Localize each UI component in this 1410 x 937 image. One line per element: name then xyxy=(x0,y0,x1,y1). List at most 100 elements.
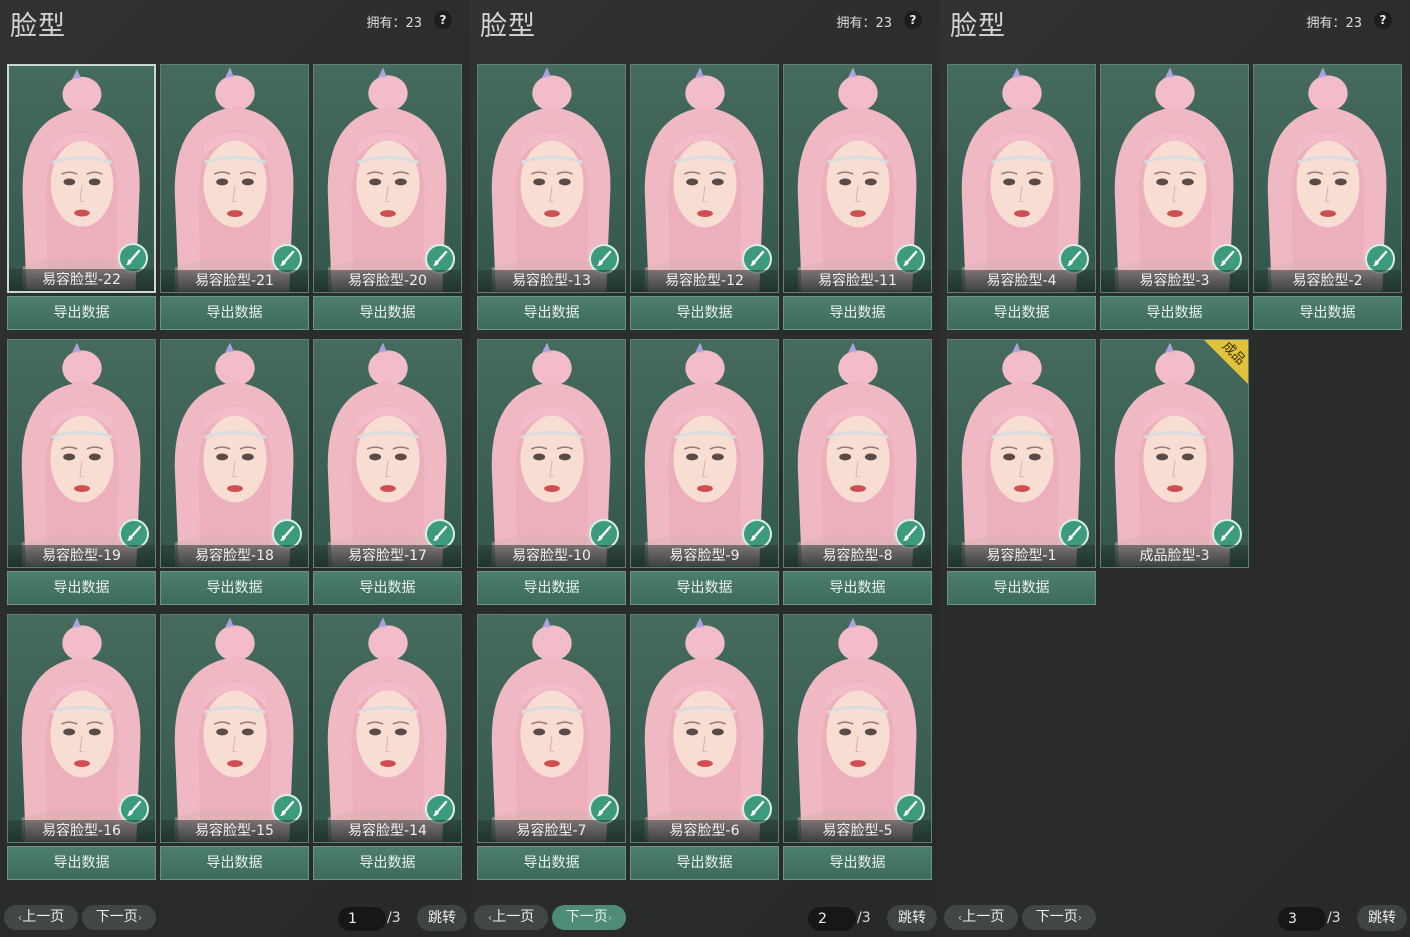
face-card-label: 成品脸型-3 xyxy=(1101,545,1248,567)
face-card[interactable]: 易容脸型-10 xyxy=(477,339,626,568)
face-card[interactable]: 易容脸型-9 xyxy=(630,339,779,568)
face-card-label: 易容脸型-17 xyxy=(314,545,461,567)
help-icon[interactable]: ? xyxy=(904,11,922,29)
next-page-button[interactable]: 下一页› xyxy=(1022,905,1096,930)
export-data-button[interactable]: 导出数据 xyxy=(1100,296,1249,330)
export-data-button[interactable]: 导出数据 xyxy=(783,296,932,330)
export-data-button[interactable]: 导出数据 xyxy=(160,296,309,330)
next-page-label: 下一页 xyxy=(1035,909,1078,925)
face-card-label: 易容脸型-21 xyxy=(161,270,308,292)
face-card[interactable]: 易容脸型-17 xyxy=(313,339,462,568)
jump-button[interactable]: 跳转 xyxy=(1357,905,1407,931)
next-page-button[interactable]: 下一页› xyxy=(552,905,626,930)
prev-page-button[interactable]: ‹上一页 xyxy=(474,905,548,930)
face-shape-panel-3: 脸型 拥有：23? 易容脸型-4 导出数据 易容脸型-3 导出数据 易容脸型-2 导出数据 易容… xyxy=(940,0,1410,937)
face-card[interactable]: 易容脸型-4 xyxy=(947,64,1096,293)
face-card-label: 易容脸型-2 xyxy=(1254,270,1401,292)
prev-page-button[interactable]: ‹上一页 xyxy=(4,905,78,930)
next-page-label: 下一页 xyxy=(565,909,608,925)
owned-count: 拥有：23 xyxy=(366,16,422,31)
export-data-button[interactable]: 导出数据 xyxy=(783,846,932,880)
face-card[interactable]: 易容脸型-19 xyxy=(7,339,156,568)
face-card[interactable]: 易容脸型-20 xyxy=(313,64,462,293)
face-card-label: 易容脸型-15 xyxy=(161,820,308,842)
next-page-label: 下一页 xyxy=(95,909,138,925)
face-card-label: 易容脸型-1 xyxy=(948,545,1095,567)
owned-count: 拥有：23 xyxy=(1306,16,1362,31)
face-card[interactable]: 易容脸型-11 xyxy=(783,64,932,293)
panel-title: 脸型 xyxy=(10,11,66,42)
page-number-input[interactable] xyxy=(808,907,856,931)
prev-page-button[interactable]: ‹上一页 xyxy=(944,905,1018,930)
face-card[interactable]: 易容脸型-13 xyxy=(477,64,626,293)
page-number-input[interactable] xyxy=(1278,907,1326,931)
export-data-button[interactable]: 导出数据 xyxy=(947,296,1096,330)
face-card-label: 易容脸型-3 xyxy=(1101,270,1248,292)
export-data-button[interactable]: 导出数据 xyxy=(160,846,309,880)
export-data-button[interactable]: 导出数据 xyxy=(7,571,156,605)
page-number-input[interactable] xyxy=(338,907,386,931)
face-card-label: 易容脸型-11 xyxy=(784,270,931,292)
face-card-label: 易容脸型-5 xyxy=(784,820,931,842)
export-data-button[interactable]: 导出数据 xyxy=(630,846,779,880)
face-card-label: 易容脸型-18 xyxy=(161,545,308,567)
export-data-button[interactable]: 导出数据 xyxy=(630,571,779,605)
export-data-button[interactable]: 导出数据 xyxy=(1253,296,1402,330)
face-card-label: 易容脸型-7 xyxy=(478,820,625,842)
face-card[interactable]: 易容脸型-8 xyxy=(783,339,932,568)
face-card-label: 易容脸型-14 xyxy=(314,820,461,842)
face-card-label: 易容脸型-19 xyxy=(8,545,155,567)
face-card[interactable]: 易容脸型-14 xyxy=(313,614,462,843)
face-card-label: 易容脸型-13 xyxy=(478,270,625,292)
export-data-button[interactable]: 导出数据 xyxy=(947,571,1096,605)
export-data-button[interactable]: 导出数据 xyxy=(477,571,626,605)
export-data-button[interactable]: 导出数据 xyxy=(7,846,156,880)
face-card-label: 易容脸型-16 xyxy=(8,820,155,842)
face-card[interactable]: 易容脸型-2 xyxy=(1253,64,1402,293)
face-card-label: 易容脸型-20 xyxy=(314,270,461,292)
page-total: /3 xyxy=(857,910,871,926)
help-icon[interactable]: ? xyxy=(1374,11,1392,29)
panel-title: 脸型 xyxy=(480,11,536,42)
face-card[interactable]: 易容脸型-6 xyxy=(630,614,779,843)
export-data-button[interactable]: 导出数据 xyxy=(477,846,626,880)
face-card-label: 易容脸型-9 xyxy=(631,545,778,567)
export-data-button[interactable]: 导出数据 xyxy=(313,846,462,880)
prev-page-label: 上一页 xyxy=(962,909,1005,925)
face-card[interactable]: 易容脸型-15 xyxy=(160,614,309,843)
jump-button[interactable]: 跳转 xyxy=(887,905,937,931)
prev-page-label: 上一页 xyxy=(22,909,65,925)
face-card[interactable]: 易容脸型-12 xyxy=(630,64,779,293)
face-card[interactable]: 成品 成品脸型-3 xyxy=(1100,339,1249,568)
face-card[interactable]: 易容脸型-21 xyxy=(160,64,309,293)
help-icon[interactable]: ? xyxy=(434,11,452,29)
next-page-button[interactable]: 下一页› xyxy=(82,905,156,930)
face-card[interactable]: 易容脸型-5 xyxy=(783,614,932,843)
face-shape-panel-1: 脸型 拥有：23? 易容脸型-22 导出数据 易容脸型-21 导出数据 易容脸型-20 导出数… xyxy=(0,0,470,937)
face-card[interactable]: 易容脸型-7 xyxy=(477,614,626,843)
export-data-button[interactable]: 导出数据 xyxy=(783,571,932,605)
export-data-button[interactable]: 导出数据 xyxy=(160,571,309,605)
jump-button[interactable]: 跳转 xyxy=(417,905,467,931)
page-total: /3 xyxy=(387,910,401,926)
face-card-label: 易容脸型-12 xyxy=(631,270,778,292)
export-data-button[interactable]: 导出数据 xyxy=(477,296,626,330)
export-data-button[interactable]: 导出数据 xyxy=(630,296,779,330)
panel-title: 脸型 xyxy=(950,11,1006,42)
chevron-right-icon: › xyxy=(1077,911,1083,924)
face-shape-panel-2: 脸型 拥有：23? 易容脸型-13 导出数据 易容脸型-12 导出数据 易容脸型-11 导出数… xyxy=(470,0,940,937)
face-card-label: 易容脸型-4 xyxy=(948,270,1095,292)
chevron-right-icon: › xyxy=(607,911,613,924)
face-card[interactable]: 易容脸型-18 xyxy=(160,339,309,568)
face-card[interactable]: 易容脸型-16 xyxy=(7,614,156,843)
face-card-label: 易容脸型-8 xyxy=(784,545,931,567)
export-data-button[interactable]: 导出数据 xyxy=(313,571,462,605)
owned-count: 拥有：23 xyxy=(836,16,892,31)
face-card[interactable]: 易容脸型-1 xyxy=(947,339,1096,568)
face-card[interactable]: 易容脸型-3 xyxy=(1100,64,1249,293)
face-card[interactable]: 易容脸型-22 xyxy=(7,64,156,293)
face-card-label: 易容脸型-6 xyxy=(631,820,778,842)
prev-page-label: 上一页 xyxy=(492,909,535,925)
export-data-button[interactable]: 导出数据 xyxy=(7,296,156,330)
export-data-button[interactable]: 导出数据 xyxy=(313,296,462,330)
